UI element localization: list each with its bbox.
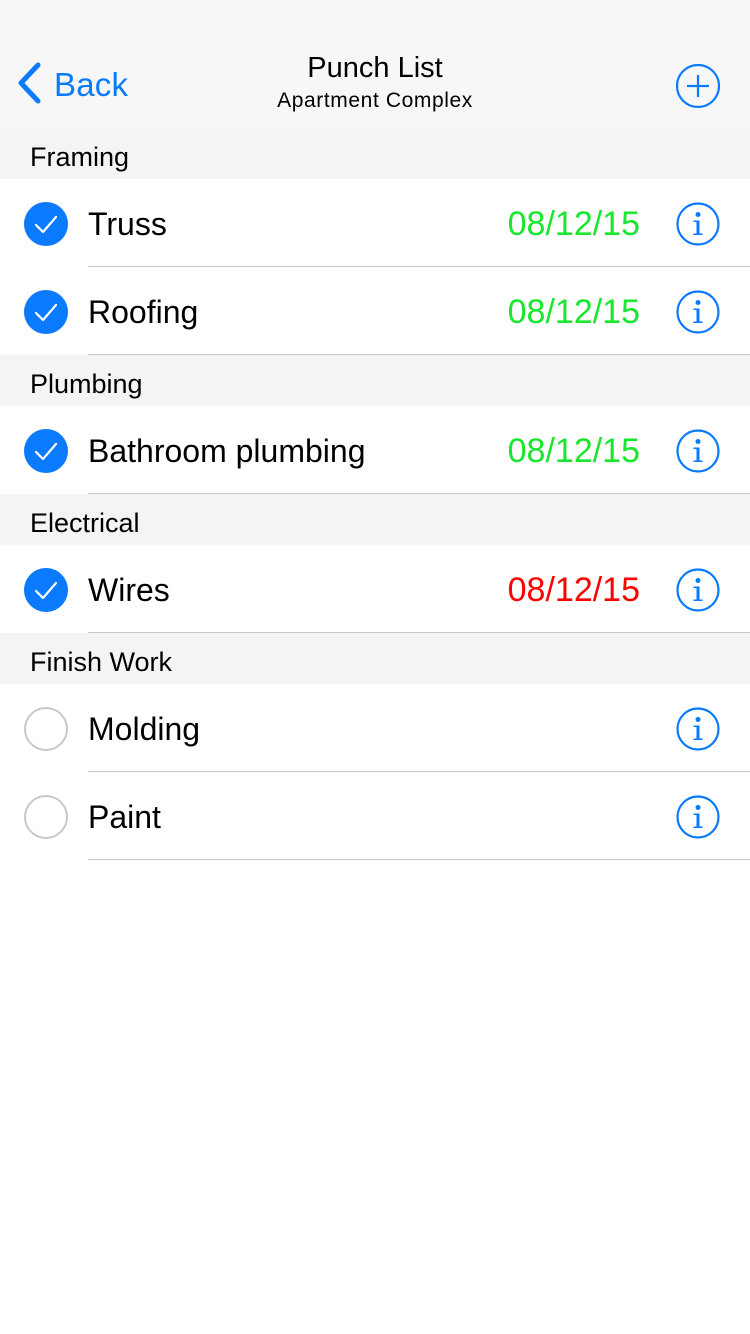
item-label: Bathroom plumbing [88,433,366,469]
info-icon[interactable] [676,707,720,751]
item-due-date: 08/12/15 [507,432,640,470]
add-item-button[interactable] [675,63,721,109]
info-icon[interactable] [676,429,720,473]
info-icon[interactable] [676,202,720,246]
checked-circle-icon[interactable] [24,429,68,473]
section-header: Electrical [0,494,750,545]
navigation-bar: Back Punch List Apartment Complex [0,0,750,128]
unchecked-circle-icon[interactable] [24,795,68,839]
list-item[interactable]: Wires 08/12/15 [0,545,750,633]
punch-list: Framing Truss 08/12/15 Roofing 08/12/15 Plumb… [0,128,750,860]
section-header: Finish Work [0,633,750,684]
list-item[interactable]: Molding [0,684,750,772]
list-item[interactable]: Truss 08/12/15 [0,179,750,267]
page-subtitle: Apartment Complex [277,89,473,112]
info-icon[interactable] [676,795,720,839]
page-title: Punch List [307,52,443,84]
item-label: Roofing [88,294,199,330]
list-item[interactable]: Paint [0,772,750,860]
info-icon[interactable] [676,568,720,612]
section-header: Plumbing [0,355,750,406]
item-label: Truss [88,206,167,242]
item-label: Wires [88,572,170,608]
section-header: Framing [0,128,750,179]
checked-circle-icon[interactable] [24,568,68,612]
unchecked-circle-icon[interactable] [24,707,68,751]
list-item[interactable]: Roofing 08/12/15 [0,267,750,355]
plus-circle-icon [675,63,721,109]
item-due-date: 08/12/15 [507,293,640,331]
item-due-date: 08/12/15 [507,205,640,243]
item-due-date: 08/12/15 [507,571,640,609]
checked-circle-icon[interactable] [24,290,68,334]
item-label: Molding [88,711,201,747]
item-label: Paint [88,799,161,835]
checked-circle-icon[interactable] [24,202,68,246]
title-block: Punch List Apartment Complex [0,50,750,116]
info-icon[interactable] [676,290,720,334]
list-item[interactable]: Bathroom plumbing 08/12/15 [0,406,750,494]
